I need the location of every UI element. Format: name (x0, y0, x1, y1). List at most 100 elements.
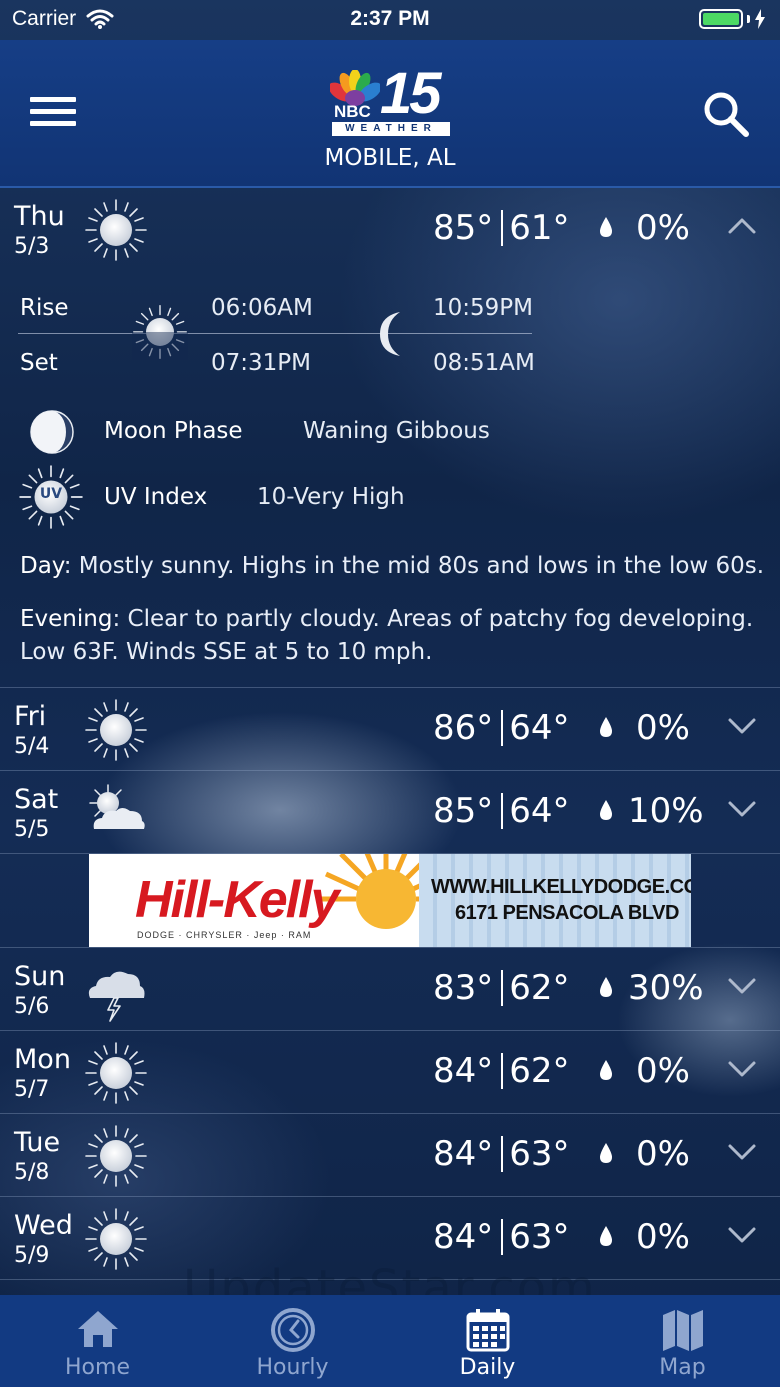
status-bar: Carrier 2:37 PM (0, 0, 780, 40)
moon-phase-label: Moon Phase (104, 418, 243, 444)
temperature-range: 84° 63° (433, 1217, 570, 1257)
chevron-up-icon[interactable] (726, 214, 758, 238)
sunset-time: 07:31PM (211, 350, 311, 376)
raindrop-icon (598, 976, 614, 998)
day-row-sun[interactable]: Sun 5/6 83° 62° 30% (0, 948, 780, 1031)
precip-chance: 0% (636, 1217, 690, 1257)
day-name: Wed (14, 1210, 73, 1241)
battery-indicator (699, 9, 766, 29)
low-temp: 61° (509, 208, 570, 248)
evening-forecast-text: Evening: Clear to partly cloudy. Areas o… (20, 606, 754, 665)
temperature-range: 85° 61° (433, 208, 570, 248)
set-label: Set (20, 350, 58, 376)
nbc15-logo: NBC 15 WEATHER (330, 61, 452, 138)
day-forecast-text: Day: Mostly sunny. Highs in the mid 80s … (20, 553, 765, 579)
day-row-tue[interactable]: Tue 5/8 84° 63° 0% (0, 1114, 780, 1197)
day-date: 5/4 (14, 734, 50, 759)
menu-button[interactable] (30, 97, 76, 131)
temperature-range: 86° 64° (433, 708, 570, 748)
tab-label: Daily (459, 1355, 516, 1380)
day-row-mon[interactable]: Mon 5/7 84° 62° 0% (0, 1031, 780, 1114)
calendar-icon (466, 1309, 509, 1352)
ad-banner[interactable]: Hill-Kelly DODGE · CHRYSLER · Jeep · RAM… (89, 854, 691, 947)
day-date: 5/5 (14, 817, 50, 842)
battery-icon (699, 9, 743, 29)
day-details-panel: Rise Set 06:06AM 07:31PM 10:59PM 08:51AM… (0, 270, 780, 688)
temperature-range: 84° 62° (433, 1051, 570, 1091)
search-icon[interactable] (702, 90, 750, 138)
chevron-down-icon[interactable] (726, 1223, 758, 1247)
moon-phase-icon (30, 410, 74, 454)
day-name: Sun (14, 961, 66, 992)
sun-icon (84, 698, 148, 762)
precip-chance: 10% (628, 791, 704, 831)
sunrise-time: 06:06AM (211, 295, 313, 321)
raindrop-icon (598, 1059, 614, 1081)
day-name: Fri (14, 701, 47, 732)
day-date: 5/3 (14, 234, 50, 259)
day-row-thu[interactable]: Thu 5/3 85° 61° 0% (0, 188, 780, 271)
tab-bar: Home Hourly Daily Map (0, 1295, 780, 1387)
day-name: Mon (14, 1044, 71, 1075)
precip-chance: 0% (636, 208, 690, 248)
day-row-fri[interactable]: Fri 5/4 86° 64° 0% (0, 688, 780, 771)
ad-brands-text: DODGE · CHRYSLER · Jeep · RAM (137, 930, 312, 940)
moonset-time: 08:51AM (433, 350, 535, 376)
day-date: 5/6 (14, 994, 50, 1019)
thunderstorm-icon (84, 958, 148, 1022)
day-date: 5/8 (14, 1160, 50, 1185)
tab-daily[interactable]: Daily (390, 1295, 585, 1387)
high-temp: 85° (433, 208, 494, 248)
day-name: Thu (14, 201, 65, 232)
precip-chance: 30% (628, 968, 704, 1008)
chevron-down-icon[interactable] (726, 974, 758, 998)
day-name: Sat (14, 784, 59, 815)
charging-icon (755, 9, 765, 29)
moon-phase-value: Waning Gibbous (303, 418, 490, 444)
app-header: NBC 15 WEATHER MOBILE, AL (0, 40, 780, 188)
tab-label: Map (659, 1355, 706, 1380)
raindrop-icon (598, 1225, 614, 1247)
ad-address-text: 6171 PENSACOLA BLVD (455, 902, 679, 924)
moon-icon (380, 312, 400, 356)
hamburger-icon (30, 97, 76, 102)
tab-label: Home (65, 1355, 130, 1380)
tab-label: Hourly (256, 1355, 329, 1380)
clock-icon (270, 1308, 315, 1352)
home-icon (77, 1311, 118, 1347)
moonrise-time: 10:59PM (433, 295, 533, 321)
sunrise-sunset-icon (132, 304, 188, 360)
sun-icon (84, 198, 148, 262)
uv-index-label: UV Index (104, 484, 208, 510)
precip-chance: 0% (636, 1051, 690, 1091)
map-icon (662, 1310, 703, 1351)
raindrop-icon (598, 799, 614, 821)
ad-url-text: WWW.HILLKELLYDODGE.COM (431, 876, 691, 898)
rise-label: Rise (20, 295, 69, 321)
uv-index-value: 10-Very High (257, 484, 405, 510)
chevron-down-icon[interactable] (726, 797, 758, 821)
raindrop-icon (598, 716, 614, 738)
clock: 2:37 PM (350, 7, 430, 30)
temperature-range: 83° 62° (433, 968, 570, 1008)
chevron-down-icon[interactable] (726, 1140, 758, 1164)
day-name: Tue (14, 1127, 61, 1158)
precip-chance: 0% (636, 1134, 690, 1174)
sun-icon (84, 1041, 148, 1105)
peacock-icon (330, 70, 380, 106)
chevron-down-icon[interactable] (726, 1057, 758, 1081)
ad-brand-text: Hill-Kelly (135, 871, 339, 929)
tab-home[interactable]: Home (0, 1295, 195, 1387)
uv-index-icon: UV (18, 464, 84, 530)
tab-hourly[interactable]: Hourly (195, 1295, 390, 1387)
temperature-range: 85° 64° (433, 791, 570, 831)
chevron-down-icon[interactable] (726, 714, 758, 738)
partly-cloudy-icon (84, 781, 148, 845)
day-row-sat[interactable]: Sat 5/5 85° 64° 10% (0, 771, 780, 854)
tab-map[interactable]: Map (585, 1295, 780, 1387)
day-date: 5/7 (14, 1077, 50, 1102)
precip-chance: 0% (636, 708, 690, 748)
location-label[interactable]: MOBILE, AL (0, 145, 780, 171)
rise-set-divider (18, 333, 532, 334)
sun-icon (84, 1124, 148, 1188)
